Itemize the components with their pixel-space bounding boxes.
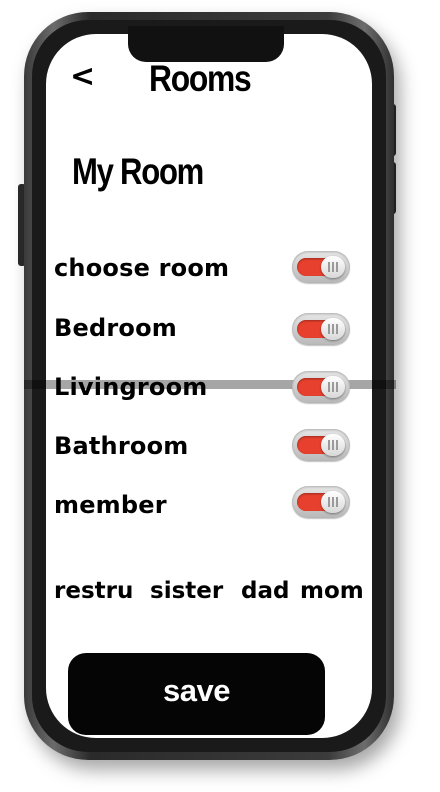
toggle-member[interactable] <box>292 486 350 518</box>
toggle-choose-room[interactable] <box>292 251 350 283</box>
member-sister[interactable]: sister <box>150 580 223 603</box>
back-button[interactable]: < <box>70 62 95 92</box>
member-dad[interactable]: dad <box>241 580 289 603</box>
toggle-knob <box>321 318 345 340</box>
member-restru[interactable]: restru <box>54 580 133 603</box>
toggle-knob <box>321 491 345 513</box>
toggle-knob <box>321 376 345 398</box>
toggle-bedroom[interactable] <box>292 313 350 345</box>
row-label-bathroom: Bathroom <box>54 432 189 460</box>
row-label-livingroom: Livingroom <box>54 373 208 401</box>
toggle-bathroom[interactable] <box>292 429 350 461</box>
page-title: Rooms <box>149 58 252 99</box>
phone-notch <box>128 26 284 62</box>
toggle-livingroom[interactable] <box>292 371 350 403</box>
row-label-bedroom: Bedroom <box>54 314 177 342</box>
app-screenshot: < Rooms My Room choose room Bedroom Livi… <box>0 0 440 792</box>
toggle-knob <box>321 256 345 278</box>
toggle-knob <box>321 434 345 456</box>
row-label-choose-room: choose room <box>54 254 230 282</box>
member-mom[interactable]: mom <box>300 580 364 603</box>
save-button[interactable]: save <box>68 653 325 735</box>
row-label-member: member <box>54 491 167 519</box>
section-title: My Room <box>72 151 204 192</box>
save-button-label: save <box>163 673 230 708</box>
